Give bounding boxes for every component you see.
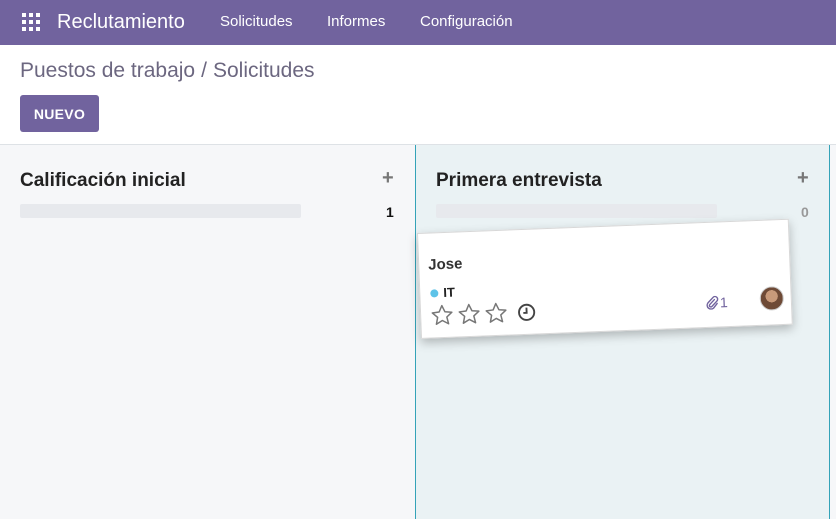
new-button[interactable]: NUEVO (20, 95, 99, 132)
column-count: 1 (386, 204, 394, 220)
star-icon[interactable] (430, 303, 455, 328)
attachment-counter[interactable]: 1 (705, 294, 728, 311)
star-icon[interactable] (484, 301, 509, 326)
column-title[interactable]: Primera entrevista (436, 170, 602, 192)
column-progress-bar[interactable] (436, 204, 717, 218)
menu-item-configuracion[interactable]: Configuración (420, 13, 513, 31)
column-add-button[interactable]: + (797, 167, 809, 189)
menu-item-informes[interactable]: Informes (327, 13, 385, 31)
attachment-count: 1 (719, 294, 728, 311)
top-navbar: Reclutamiento Solicitudes Informes Confi… (0, 0, 836, 45)
paperclip-icon (706, 295, 719, 310)
apps-grid-icon[interactable] (22, 13, 40, 31)
tag-color-dot (430, 288, 439, 298)
avatar[interactable] (759, 285, 785, 311)
kanban-board: Calificación inicial + 1 Primera entrevi… (0, 145, 836, 519)
tag: IT (430, 285, 455, 301)
clock-icon[interactable] (517, 302, 537, 322)
breadcrumb-separator: / (201, 59, 207, 82)
breadcrumb-current: Solicitudes (212, 59, 315, 82)
menu-item-solicitudes[interactable]: Solicitudes (220, 13, 293, 31)
kanban-card[interactable]: Jose IT 1 (417, 218, 793, 339)
star-icon[interactable] (457, 302, 482, 327)
kanban-column-calificacion-inicial[interactable]: Calificación inicial + 1 (0, 145, 415, 519)
breadcrumb-parent[interactable]: Puestos de trabajo (20, 59, 195, 82)
app-title[interactable]: Reclutamiento (57, 10, 185, 34)
tag-label: IT (443, 284, 456, 301)
column-count: 0 (801, 204, 809, 220)
priority-stars (430, 301, 509, 328)
column-add-button[interactable]: + (382, 167, 394, 189)
applicant-name: Jose (427, 255, 463, 274)
column-progress-bar[interactable] (20, 204, 301, 218)
breadcrumb: Puestos de trabajo / Solicitudes (20, 58, 315, 84)
column-title[interactable]: Calificación inicial (20, 170, 186, 192)
